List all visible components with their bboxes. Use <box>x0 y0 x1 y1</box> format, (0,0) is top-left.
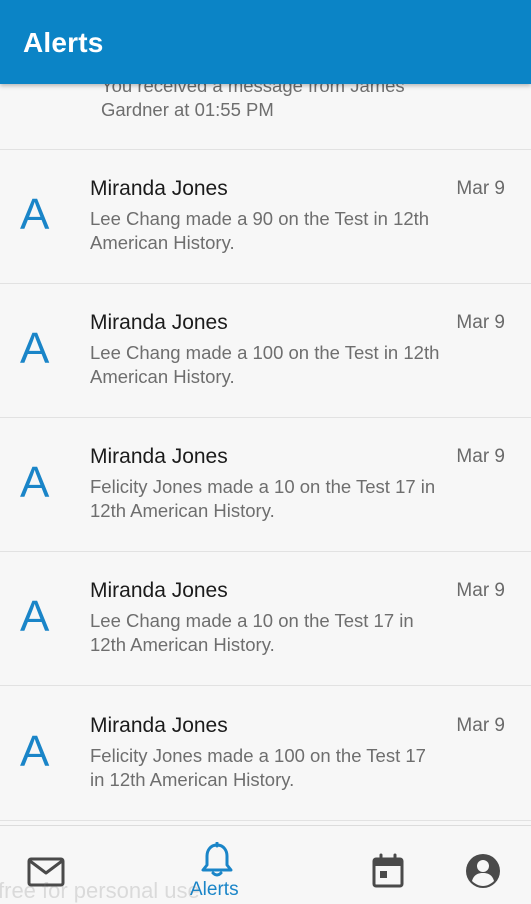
alert-message: Felicity Jones made a 100 on the Test 17… <box>90 745 426 790</box>
alert-message: Felicity Jones made a 10 on the Test 17 … <box>90 476 436 521</box>
alert-avatar-letter: A <box>20 727 50 776</box>
alert-sender: Miranda Jones <box>90 445 228 468</box>
alert-date: Mar 9 <box>456 178 505 199</box>
alert-avatar-letter: A <box>20 190 50 239</box>
bottom-nav: Alerts <box>0 825 531 900</box>
nav-profile[interactable] <box>452 826 516 901</box>
alert-sender: Miranda Jones <box>90 311 228 334</box>
alert-date: Mar 9 <box>456 580 505 601</box>
alert-item[interactable]: A Miranda Jones Mar 9 Felicity Jones mad… <box>0 418 531 552</box>
nav-messages[interactable] <box>14 826 78 901</box>
nav-alerts-label: Alerts <box>190 879 239 900</box>
alert-message: Lee Chang made a 90 on the Test in 12th … <box>90 208 430 253</box>
alert-sender: Miranda Jones <box>90 177 228 200</box>
calendar-icon <box>372 853 404 888</box>
app-bar: Alerts <box>0 0 531 84</box>
bell-icon <box>201 842 233 877</box>
alert-item[interactable]: A Miranda Jones Mar 9 Felicity Jones mad… <box>0 687 531 821</box>
alert-item[interactable]: A Miranda Jones Mar 9 Lee Chang made a 1… <box>0 284 531 418</box>
alert-item[interactable]: A Miranda Jones Mar 9 Lee Chang made a 1… <box>0 552 531 686</box>
alert-sender: Miranda Jones <box>90 714 228 737</box>
alert-avatar-letter: A <box>20 324 50 373</box>
page-title: Alerts <box>23 27 104 58</box>
alert-date: Mar 9 <box>456 446 505 467</box>
account-icon <box>466 854 500 888</box>
alert-item[interactable]: A Miranda Jones Mar 9 Lee Chang made a 9… <box>0 150 531 284</box>
alert-avatar-letter: A <box>20 592 50 641</box>
nav-alerts[interactable]: Alerts <box>178 826 258 901</box>
alert-avatar-letter: A <box>20 458 50 507</box>
alert-date: Mar 9 <box>456 312 505 333</box>
alert-message: Lee Chang made a 100 on the Test in 12th… <box>90 342 440 387</box>
alert-sender: Miranda Jones <box>90 579 228 602</box>
nav-calendar[interactable] <box>358 826 418 901</box>
alert-list[interactable]: M You received a message from James Gard… <box>0 0 531 825</box>
mail-icon <box>27 857 65 887</box>
alert-date: Mar 9 <box>456 715 505 736</box>
alert-message: Lee Chang made a 10 on the Test 17 in 12… <box>90 610 414 655</box>
